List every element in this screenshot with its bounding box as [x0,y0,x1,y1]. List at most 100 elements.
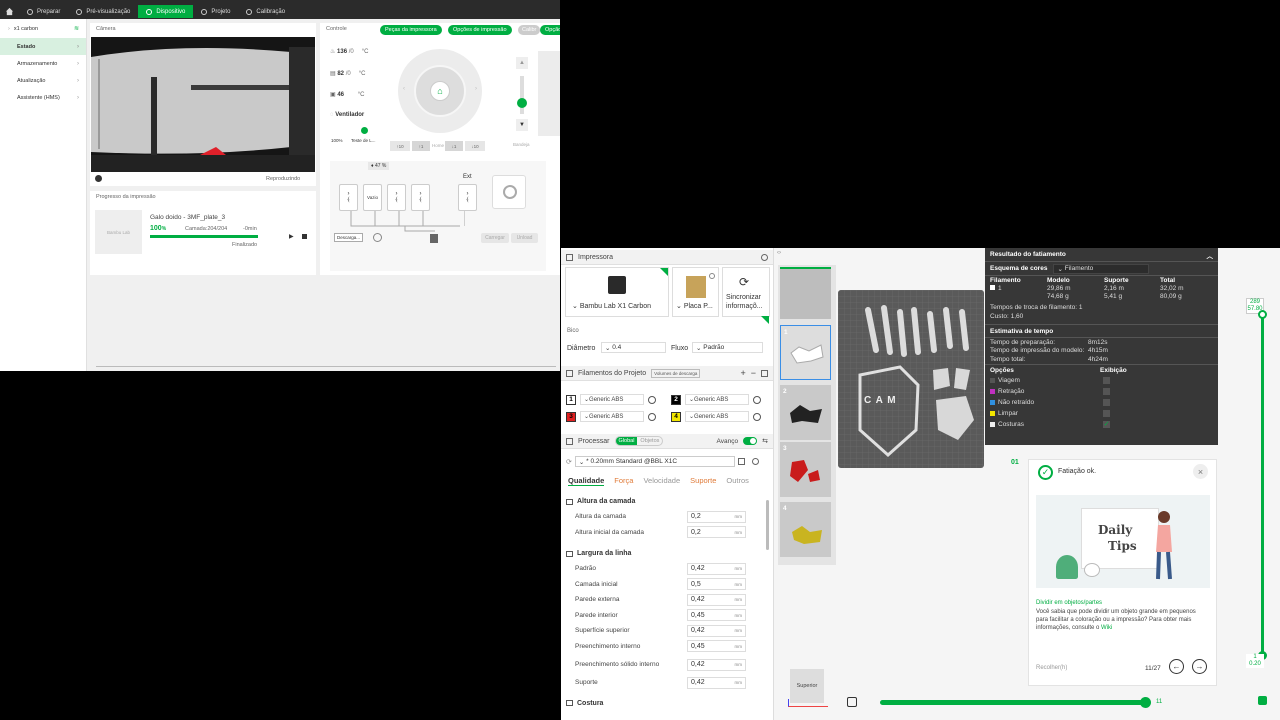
home-button[interactable] [0,5,19,18]
printer-card[interactable]: ⌄ Bambu Lab X1 Carbon [565,267,669,317]
ext-spool[interactable]: › ⦑ [458,184,477,211]
plate-card[interactable]: ⌄ Placa P... [672,267,719,317]
move-y-plus-1[interactable]: ↓ 1 [445,141,463,151]
toggle-objects[interactable]: Objetos [637,437,662,445]
add-filament-button[interactable]: + [740,368,745,378]
plate-thumb-3[interactable]: 3 [780,442,831,497]
move-slider-handle[interactable] [1140,697,1151,708]
settings-scrollbar[interactable] [766,500,769,550]
option-costuras-checkbox[interactable]: ✓ [1103,421,1110,428]
tab-velocidade[interactable]: Velocidade [643,476,680,486]
layer-height-input[interactable]: 0,2 mm [687,510,746,523]
line-default-input[interactable]: 0,42 mm [687,562,746,575]
edit-icon[interactable] [648,412,656,421]
tab-device[interactable]: Dispositivo [138,5,194,18]
printer-parts-button[interactable]: Peças da impressora [380,25,442,35]
plate-thumb-4[interactable]: 4 [780,502,831,557]
z-slider[interactable] [517,76,527,114]
filament-slot-3[interactable]: 3 ⌄ Generic ABS [566,411,656,422]
ams-slot-4[interactable]: › ⦑ [411,184,430,211]
ams-slot-1[interactable]: › ⦑ [339,184,358,211]
tab-suporte[interactable]: Suporte [690,476,716,486]
printer-selector[interactable]: › x1 carbon ≋ [0,19,86,38]
fan-percent[interactable]: 100% [331,138,343,143]
prev-tip-button[interactable]: ← [1169,659,1184,674]
filament-slot-1[interactable]: 1 ⌄ Generic ABS [566,394,656,405]
collapse-sidebar-icon[interactable]: ‹› [777,250,781,256]
option-button[interactable]: Opção [540,25,560,35]
sync-card[interactable]: ⟳ Sincronizar informaçõ... [722,267,770,324]
z-up-button[interactable]: ▲ [516,57,528,69]
tab-preview[interactable]: Pré-visualização [68,5,138,18]
stop-button[interactable] [302,234,307,239]
print-options-button[interactable]: Opções de impressão [448,25,512,35]
layers-icon[interactable] [1258,696,1267,705]
info-icon[interactable] [709,273,715,279]
record-icon[interactable] [95,175,102,182]
move-y-minus-10[interactable]: ↑ 10 [390,141,410,151]
plate-thumb-1[interactable]: 1 [780,325,831,380]
filament-slot-2[interactable]: 2 ⌄ Generic ABS [671,394,761,405]
option-viagem-checkbox[interactable] [1103,377,1110,384]
top-surface-input[interactable]: 0,42 mm [687,624,746,637]
ams-settings-icon[interactable] [373,233,382,242]
flow-select[interactable]: ⌄ Padrão [692,342,763,353]
remove-filament-button[interactable]: − [751,368,756,378]
flush-volumes-button[interactable]: Volumes de descarga [651,368,701,378]
sidebar-item-hms[interactable]: Assistente (HMS) › [0,89,86,106]
view-cube[interactable]: Superior [790,669,824,703]
option-limpar-checkbox[interactable] [1103,410,1110,417]
wiki-link[interactable]: Wiki [1101,625,1112,631]
color-scheme-select[interactable]: ⌄ Filamento [1053,263,1150,274]
z-slider-handle[interactable] [517,98,527,108]
z-down-button[interactable]: ▼ [516,119,528,131]
tab-preparar[interactable]: Preparar [19,5,68,18]
solid-infill-input[interactable]: 0,42 mm [687,658,746,671]
unload-button[interactable]: Unload [511,233,538,243]
tab-forca[interactable]: Força [614,476,633,486]
plate-thumb-0[interactable] [780,267,831,319]
edit-icon[interactable] [753,395,761,404]
move-y-plus-10[interactable]: ↓ 10 [465,141,485,151]
support-line-input[interactable]: 0,42 mm [687,676,746,689]
outer-wall-input[interactable]: 0,42 mm [687,593,746,606]
next-tip-button[interactable]: → [1192,659,1207,674]
ams-slot-2[interactable]: Vazio [363,184,382,211]
initial-layer-height-input[interactable]: 0,2 mm [687,526,746,539]
collapse-tips-button[interactable]: Recolher(h) [1036,665,1067,671]
save-icon[interactable] [737,458,745,465]
home-axis-button[interactable]: ⌂ [430,81,450,101]
sidebar-item-armazenamento[interactable]: Armazenamento › [0,55,86,72]
filament-slot-4[interactable]: 4 ⌄ Generic ABS [671,411,761,422]
inner-wall-input[interactable]: 0,45 mm [687,609,746,622]
option-nao-retraido-checkbox[interactable] [1103,399,1110,406]
ams-slot-3[interactable]: › ⦑ [387,184,406,211]
fit-view-icon[interactable] [847,697,857,707]
edit-icon[interactable] [753,412,761,421]
build-plate[interactable]: C A M [838,290,984,468]
search-icon[interactable] [751,458,759,465]
jog-pad[interactable]: ⌂ ‹ › [398,49,482,133]
gear-icon[interactable] [761,253,768,261]
sidebar-item-estado[interactable]: Estado › [0,38,86,55]
tip-link[interactable]: Dividir em objetos/partes [1036,600,1102,606]
diameter-select[interactable]: ⌄ 0.4 [601,342,666,353]
sparse-infill-input[interactable]: 0,45 mm [687,640,746,653]
layer-slider-track[interactable] [1261,314,1264,658]
edit-icon[interactable] [648,395,656,404]
light-toggle[interactable] [361,127,368,134]
plate-thumb-2[interactable]: 2 [780,385,831,440]
move-y-minus-1[interactable]: ↑ 1 [412,141,430,151]
layer-slider-top-handle[interactable] [1258,310,1267,319]
tab-calibration[interactable]: Calibração [238,5,293,18]
close-icon[interactable]: × [1193,464,1208,479]
load-button[interactable]: Carregar [481,233,509,243]
play-button[interactable]: ▶ [289,233,294,240]
tab-qualidade[interactable]: Qualidade [568,476,605,486]
move-slider-track[interactable] [880,700,1146,705]
compare-icon[interactable]: ⇆ [762,437,768,445]
unload-select[interactable]: Descarga... [334,233,364,242]
line-initial-input[interactable]: 0,5 mm [687,578,746,591]
tab-project[interactable]: Projeto [193,5,238,18]
toggle-global[interactable]: Global [615,437,638,445]
